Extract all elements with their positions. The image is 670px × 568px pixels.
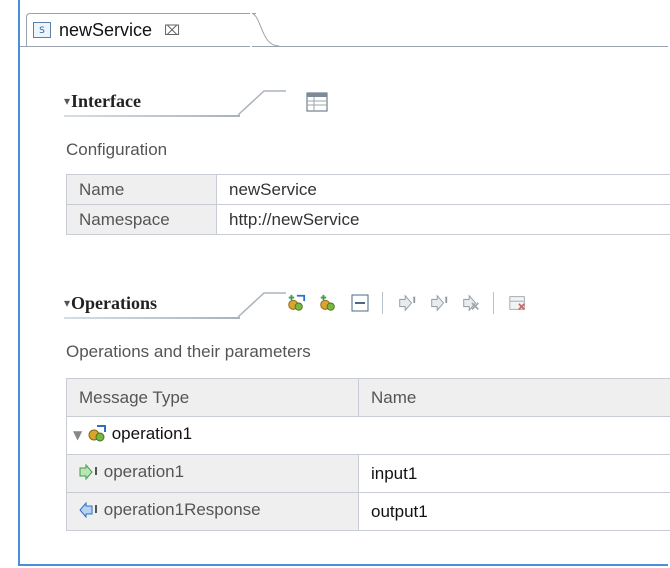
configuration-table: Name newService Namespace http://newServ… — [66, 174, 670, 235]
operations-caption: Operations and their parameters — [66, 342, 311, 361]
message-type-cell: operation1Response — [66, 492, 359, 531]
expand-operation-twisty-icon[interactable]: ▼ — [73, 428, 82, 442]
config-label: Name — [66, 174, 217, 205]
close-tab-icon[interactable]: ⌧ — [164, 22, 180, 39]
add-output-icon[interactable] — [429, 293, 449, 313]
tab-title: newService — [59, 19, 153, 40]
operations-table: Message Type Name ▼ operation1 operation… — [66, 378, 670, 531]
column-header-name[interactable]: Name — [358, 378, 670, 417]
interface-caption: Configuration — [66, 140, 168, 159]
operation-name: operation1 — [111, 424, 193, 443]
message-row-input[interactable]: operation1 input1 — [66, 454, 670, 493]
message-row-output[interactable]: operation1Response output1 — [66, 492, 670, 531]
toolbar-separator — [382, 292, 383, 314]
operations-section-title: Operations — [71, 292, 158, 313]
operation-icon — [87, 424, 107, 447]
show-fault-icon[interactable] — [508, 293, 528, 313]
section-underline — [64, 115, 240, 117]
editor-frame: S newService ⌧ ▾ Interface Configuration… — [18, 0, 670, 566]
interface-section-title: Interface — [71, 90, 141, 111]
add-request-response-icon[interactable] — [318, 293, 338, 313]
section-ramp-line — [238, 90, 286, 116]
section-ramp-line — [238, 292, 286, 318]
config-row-namespace: Namespace http://newService — [66, 204, 670, 235]
operation-cell[interactable]: ▼ operation1 — [66, 416, 670, 455]
tab-edge-curve — [250, 13, 280, 47]
operation-row[interactable]: ▼ operation1 — [66, 416, 670, 455]
namespace-value-field[interactable]: http://newService — [216, 204, 670, 235]
editor-tab-newservice[interactable]: S newService ⌧ — [26, 13, 256, 46]
output-message-icon — [79, 501, 99, 523]
operations-toolbar — [286, 292, 540, 314]
message-name-field[interactable]: output1 — [358, 492, 670, 531]
config-label: Namespace — [66, 204, 217, 235]
operations-header-row: Message Type Name — [66, 378, 670, 417]
table-layout-icon[interactable] — [306, 92, 328, 117]
add-operation-icon[interactable] — [286, 293, 306, 313]
collapse-twisty-icon[interactable]: ▾ — [64, 94, 70, 108]
section-underline — [64, 317, 240, 319]
operations-section-header[interactable]: ▾ Operations — [64, 288, 157, 318]
collapse-all-icon[interactable] — [350, 293, 370, 313]
collapse-twisty-icon[interactable]: ▾ — [64, 296, 70, 310]
add-input-icon[interactable] — [397, 293, 417, 313]
name-value-field[interactable]: newService — [216, 174, 670, 205]
message-type-label: operation1Response — [103, 500, 261, 519]
message-name-field[interactable]: input1 — [358, 454, 670, 493]
remove-parameter-icon[interactable] — [461, 293, 481, 313]
config-row-name: Name newService — [66, 174, 670, 205]
input-message-icon — [79, 463, 99, 485]
toolbar-separator — [493, 292, 494, 314]
interface-section-header[interactable]: ▾ Interface — [64, 86, 141, 116]
message-type-cell: operation1 — [66, 454, 359, 493]
service-file-icon: S — [33, 22, 51, 38]
editor-tab-bar: S newService ⌧ — [20, 0, 668, 47]
column-header-message-type[interactable]: Message Type — [66, 378, 359, 417]
message-type-label: operation1 — [103, 462, 185, 481]
